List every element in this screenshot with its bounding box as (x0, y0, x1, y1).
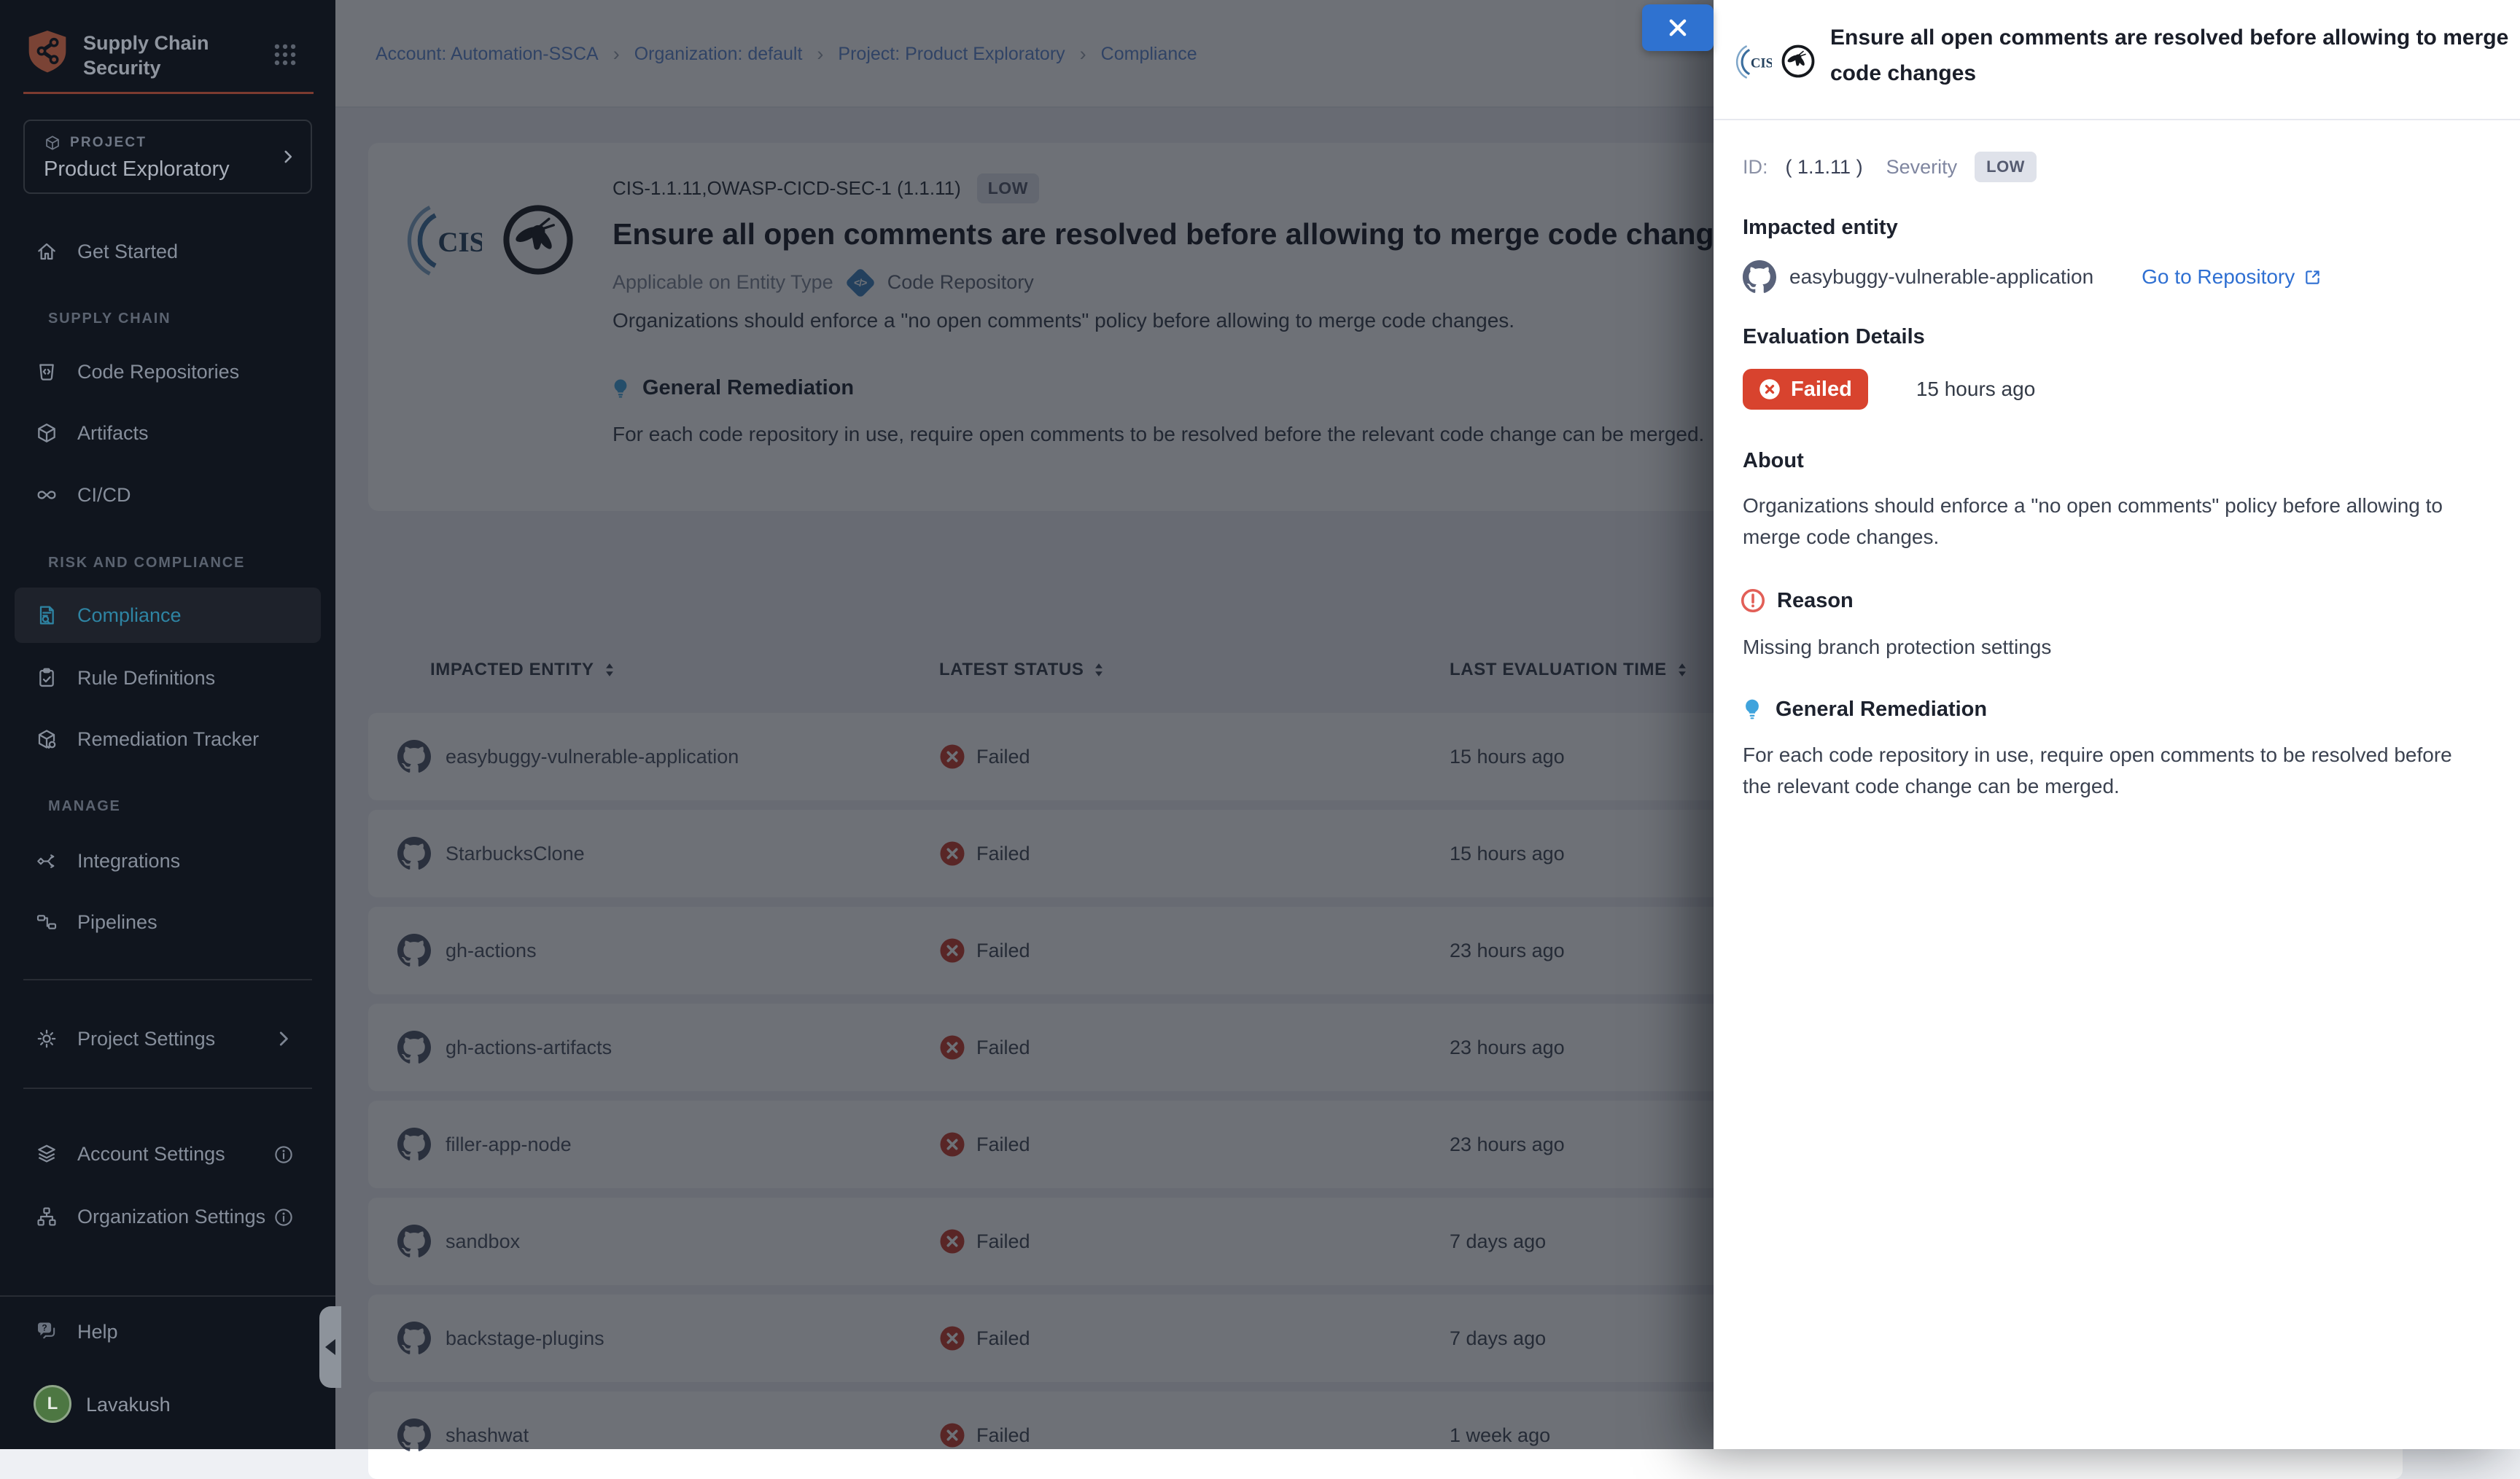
entity-name: easybuggy-vulnerable-application (1789, 265, 2093, 289)
home-icon (35, 240, 58, 263)
module-grid-icon[interactable] (271, 41, 299, 69)
org-chart-icon (35, 1205, 58, 1228)
section-risk-and-compliance: RISK AND COMPLIANCE (48, 555, 245, 571)
close-icon (1665, 15, 1690, 40)
sidebar-item-label: Help (77, 1321, 118, 1343)
clipboard-check-icon (35, 666, 58, 690)
evaluation-row: Failed 15 hours ago (1743, 369, 2035, 410)
severity-label: Severity (1886, 156, 1958, 179)
sidebar-item-label: Account Settings (77, 1143, 225, 1166)
project-name: Product Exploratory (44, 157, 230, 182)
sidebar-item-label: Compliance (77, 604, 182, 627)
project-cube-icon (44, 134, 61, 152)
chevron-right-icon (279, 147, 298, 166)
cis-logo-icon: CIS (1735, 44, 1772, 80)
failed-status-badge: Failed (1743, 369, 1868, 410)
svg-text:CIS: CIS (1751, 55, 1772, 71)
sidebar-item-label: Get Started (77, 241, 178, 263)
sidebar-item-code-repositories[interactable]: Code Repositories (15, 348, 321, 395)
user-avatar[interactable]: L (34, 1385, 71, 1423)
sidebar-item-label: Project Settings (77, 1028, 215, 1050)
info-icon[interactable] (273, 1206, 295, 1228)
sidebar-item-cicd[interactable]: CI/CD (15, 472, 321, 518)
sidebar-item-compliance[interactable]: Compliance (15, 588, 321, 643)
rule-detail-drawer: CIS Ensure all open comments are resolve… (1714, 0, 2520, 1449)
sidebar-item-project-settings[interactable]: Project Settings (15, 1015, 321, 1062)
modal-dim-overlay[interactable] (335, 0, 1714, 1449)
project-label: PROJECT (70, 135, 147, 151)
external-link-icon (2303, 268, 2322, 286)
sidebar-divider (23, 979, 312, 980)
sidebar-item-label: Pipelines (77, 911, 158, 934)
svg-text:?: ? (42, 1322, 47, 1332)
sidebar-collapse-handle[interactable] (319, 1306, 341, 1388)
collapse-left-arrow-icon (325, 1339, 335, 1355)
integrations-icon (35, 849, 58, 873)
user-name[interactable]: Lavakush (86, 1394, 171, 1416)
owasp-logo-icon (1781, 44, 1816, 79)
id-label: ID: (1743, 156, 1768, 179)
evaluation-time: 15 hours ago (1916, 378, 2035, 401)
sidebar-divider (23, 1088, 312, 1089)
remediation-box-icon (35, 727, 58, 751)
github-icon (1743, 260, 1776, 294)
project-selector[interactable]: PROJECT Product Exploratory (23, 120, 312, 194)
sidebar-item-integrations[interactable]: Integrations (15, 838, 321, 884)
sidebar-item-rule-definitions[interactable]: Rule Definitions (15, 655, 321, 701)
sidebar-item-label: Artifacts (77, 422, 149, 445)
evaluation-details-heading: Evaluation Details (1743, 325, 1925, 349)
alert-circle-icon (1740, 588, 1766, 614)
drawer-divider (1714, 119, 2520, 120)
general-remediation-text: For each code repository in use, require… (1743, 739, 2472, 802)
sidebar-item-account-settings[interactable]: Account Settings (15, 1131, 321, 1177)
supply-chain-security-logo-icon (24, 26, 71, 76)
layers-icon (35, 1142, 58, 1166)
status-label: Failed (1791, 378, 1852, 402)
id-value: ( 1.1.11 ) (1786, 156, 1863, 179)
sidebar-item-get-started[interactable]: Get Started (15, 228, 321, 275)
sidebar-item-organization-settings[interactable]: Organization Settings (15, 1193, 321, 1240)
pipelines-icon (35, 910, 58, 934)
about-text: Organizations should enforce a "no open … (1743, 490, 2457, 553)
chevron-right-icon (273, 1028, 295, 1050)
go-to-repository-link[interactable]: Go to Repository (2142, 265, 2322, 289)
sidebar-item-artifacts[interactable]: Artifacts (15, 410, 321, 456)
sidebar-item-label: Remediation Tracker (77, 728, 259, 751)
sidebar-item-help[interactable]: ? Help (15, 1308, 321, 1355)
sidebar-divider (0, 1295, 335, 1297)
section-manage: MANAGE (48, 798, 121, 815)
reason-text: Missing branch protection settings (1743, 631, 2051, 663)
brand-accent-line (23, 92, 314, 94)
reason-heading-row: Reason (1740, 588, 1854, 614)
impacted-entity-heading: Impacted entity (1743, 216, 1898, 240)
sidebar-item-label: Integrations (77, 850, 180, 873)
sidebar-item-label: Rule Definitions (77, 667, 215, 690)
artifacts-cube-icon (35, 421, 58, 445)
section-supply-chain: SUPPLY CHAIN (48, 311, 171, 327)
lightbulb-icon (1740, 697, 1765, 722)
sidebar-item-label: Organization Settings (77, 1206, 265, 1228)
about-heading: About (1743, 449, 1804, 473)
reason-heading: Reason (1777, 589, 1854, 613)
impacted-entity-row: easybuggy-vulnerable-application Go to R… (1743, 257, 2322, 297)
gear-icon (35, 1027, 58, 1050)
infinity-cicd-icon (35, 483, 58, 507)
drawer-title: Ensure all open comments are resolved be… (1830, 20, 2520, 91)
sidebar-item-label: CI/CD (77, 484, 131, 507)
severity-badge: LOW (1975, 152, 2037, 182)
compliance-doc-search-icon (35, 604, 58, 627)
sidebar-item-pipelines[interactable]: Pipelines (15, 899, 321, 945)
general-remediation-heading-row: General Remediation (1740, 697, 1987, 722)
general-remediation-heading: General Remediation (1776, 698, 1987, 722)
sidebar-item-label: Code Repositories (77, 361, 239, 383)
info-icon[interactable] (273, 1144, 295, 1166)
sidebar-item-remediation-tracker[interactable]: Remediation Tracker (15, 716, 321, 762)
failed-circle-icon (1759, 378, 1781, 400)
app-title: Supply Chain Security (83, 31, 258, 80)
sidebar: Supply Chain Security PROJECT Product Ex… (0, 0, 335, 1449)
help-chat-icon: ? (35, 1320, 58, 1343)
rule-id-row: ID: ( 1.1.11 ) Severity LOW (1743, 150, 2037, 184)
code-repositories-icon (35, 360, 58, 383)
close-button[interactable] (1642, 4, 1714, 51)
